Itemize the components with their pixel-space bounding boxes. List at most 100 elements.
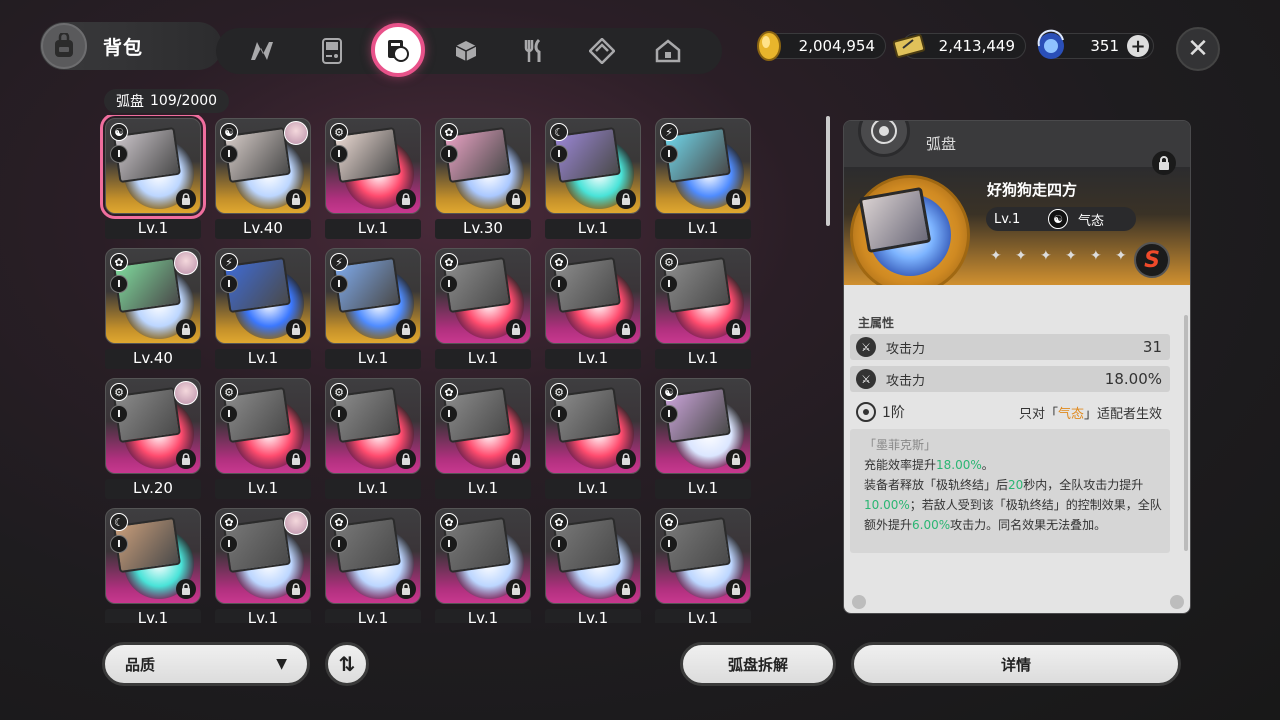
disc-card[interactable]: ☾ I xyxy=(105,508,201,604)
disc-card[interactable]: ⚙ I xyxy=(325,118,421,214)
disc-card[interactable]: ⚙ I xyxy=(325,378,421,474)
tier-badge: I xyxy=(330,145,348,163)
disc-card[interactable]: ✿ I xyxy=(435,508,531,604)
tab-box[interactable] xyxy=(584,33,620,69)
disc-level: Lv.1 xyxy=(435,609,531,623)
tab-gameboy[interactable] xyxy=(314,33,350,69)
tab-food[interactable] xyxy=(516,33,552,69)
item-level: Lv.1 xyxy=(994,211,1021,227)
close-button[interactable]: ✕ xyxy=(1176,27,1220,71)
attribute-icon: ⚡ xyxy=(660,123,678,141)
disc-level: Lv.1 xyxy=(325,349,421,369)
disc-card[interactable]: ⚙ I xyxy=(105,378,201,474)
inventory-scrollbar[interactable] xyxy=(826,116,830,622)
tier-badge: I xyxy=(110,145,128,163)
stat-value: 18.00% xyxy=(1104,370,1162,388)
ticket-icon xyxy=(892,34,926,58)
tier-badge: I xyxy=(550,405,568,423)
disc-card[interactable]: ⚡ I xyxy=(325,248,421,344)
quality-filter-dropdown[interactable]: 品质 ▼ xyxy=(102,642,310,686)
disc-card[interactable]: ☾ I xyxy=(545,118,641,214)
disc-level: Lv.30 xyxy=(435,219,531,239)
tier-badge: I xyxy=(660,535,678,553)
tab-house[interactable] xyxy=(650,33,686,69)
tier-badge: I xyxy=(330,275,348,293)
disc-card[interactable]: ✿ I xyxy=(435,378,531,474)
disc-level: Lv.1 xyxy=(655,609,751,623)
tier-badge: I xyxy=(440,405,458,423)
gold-coin-icon xyxy=(757,31,781,61)
attribute-icon: ✿ xyxy=(440,123,458,141)
disc-level: Lv.1 xyxy=(215,609,311,623)
stat-name: 攻击力 xyxy=(886,373,926,389)
disc-card[interactable]: ⚡ I xyxy=(215,248,311,344)
tab-disc-sleeve[interactable] xyxy=(371,23,425,77)
disc-card[interactable]: ✿ I xyxy=(655,508,751,604)
tab-n-logo[interactable] xyxy=(244,33,280,69)
disc-card[interactable]: ✿ I xyxy=(325,508,421,604)
lock-icon xyxy=(396,579,416,599)
attribute-icon: ✿ xyxy=(440,383,458,401)
attribute-icon: ☾ xyxy=(550,123,568,141)
disc-card[interactable]: ☯ I xyxy=(100,115,206,219)
star-icon: ✦ xyxy=(1015,248,1027,264)
lock-icon xyxy=(616,189,636,209)
tier-badge: I xyxy=(220,405,238,423)
sort-order-button[interactable]: ⇅ xyxy=(325,642,369,686)
attribute-icon: ✿ xyxy=(550,513,568,531)
disc-card[interactable]: ✿ I xyxy=(435,118,531,214)
disc-level: Lv.1 xyxy=(215,349,311,369)
disc-card[interactable]: ✿ I xyxy=(105,248,201,344)
corner-dot xyxy=(1170,595,1184,609)
lock-icon xyxy=(506,579,526,599)
disc-card[interactable]: ✿ I xyxy=(215,508,311,604)
effect-name: 「墨菲克斯」 xyxy=(864,438,937,452)
gold-amount: 2,004,954 xyxy=(798,37,875,55)
disc-card[interactable]: ☯ I xyxy=(215,118,311,214)
category-tabbar xyxy=(216,23,722,77)
disc-card[interactable]: ☯ I xyxy=(655,378,751,474)
dismantle-button[interactable]: 弧盘拆解 xyxy=(680,642,836,686)
lock-icon xyxy=(726,449,746,469)
tier-badge: I xyxy=(550,275,568,293)
details-button[interactable]: 详情 xyxy=(851,642,1181,686)
tier-badge: I xyxy=(440,535,458,553)
n-logo-icon xyxy=(251,42,273,60)
filter-label: 品质 xyxy=(125,655,156,674)
bag-header: 背包 xyxy=(40,22,222,70)
gameboy-icon xyxy=(322,38,342,64)
disc-card[interactable]: ⚙ I xyxy=(655,248,751,344)
lock-icon xyxy=(616,449,636,469)
close-icon: ✕ xyxy=(1187,34,1209,64)
attribute-icon: ✿ xyxy=(440,513,458,531)
tab-cube[interactable] xyxy=(448,33,484,69)
equipped-agent-avatar xyxy=(284,121,308,145)
attribute-icon: ⚙ xyxy=(550,383,568,401)
star-icon: ✦ xyxy=(1115,248,1127,264)
tier-badge: I xyxy=(330,535,348,553)
lock-icon xyxy=(396,189,416,209)
attribute-icon: ⚡ xyxy=(220,253,238,271)
disc-card[interactable]: ⚙ I xyxy=(215,378,311,474)
tier-badge: I xyxy=(330,405,348,423)
disc-level: Lv.1 xyxy=(435,349,531,369)
attribute-icon: ☯ xyxy=(660,383,678,401)
disc-card[interactable]: ⚡ I xyxy=(655,118,751,214)
backpack-icon xyxy=(41,23,87,69)
disc-card[interactable]: ⚙ I xyxy=(545,378,641,474)
disc-level: Lv.20 xyxy=(105,479,201,499)
lock-toggle[interactable] xyxy=(1152,151,1176,175)
disc-card[interactable]: ✿ I xyxy=(545,248,641,344)
disc-level: Lv.1 xyxy=(655,349,751,369)
lock-icon xyxy=(1159,156,1169,170)
star-icon: ✦ xyxy=(1090,248,1102,264)
disc-card[interactable]: ✿ I xyxy=(435,248,531,344)
detail-scrollbar[interactable] xyxy=(1184,315,1188,551)
disc-level: Lv.1 xyxy=(545,219,641,239)
add-currency-button[interactable]: + xyxy=(1127,35,1149,57)
disc-artwork xyxy=(850,175,970,295)
lock-icon xyxy=(176,579,196,599)
attribute-icon: ✿ xyxy=(220,513,238,531)
tier-badge: I xyxy=(440,145,458,163)
disc-card[interactable]: ✿ I xyxy=(545,508,641,604)
